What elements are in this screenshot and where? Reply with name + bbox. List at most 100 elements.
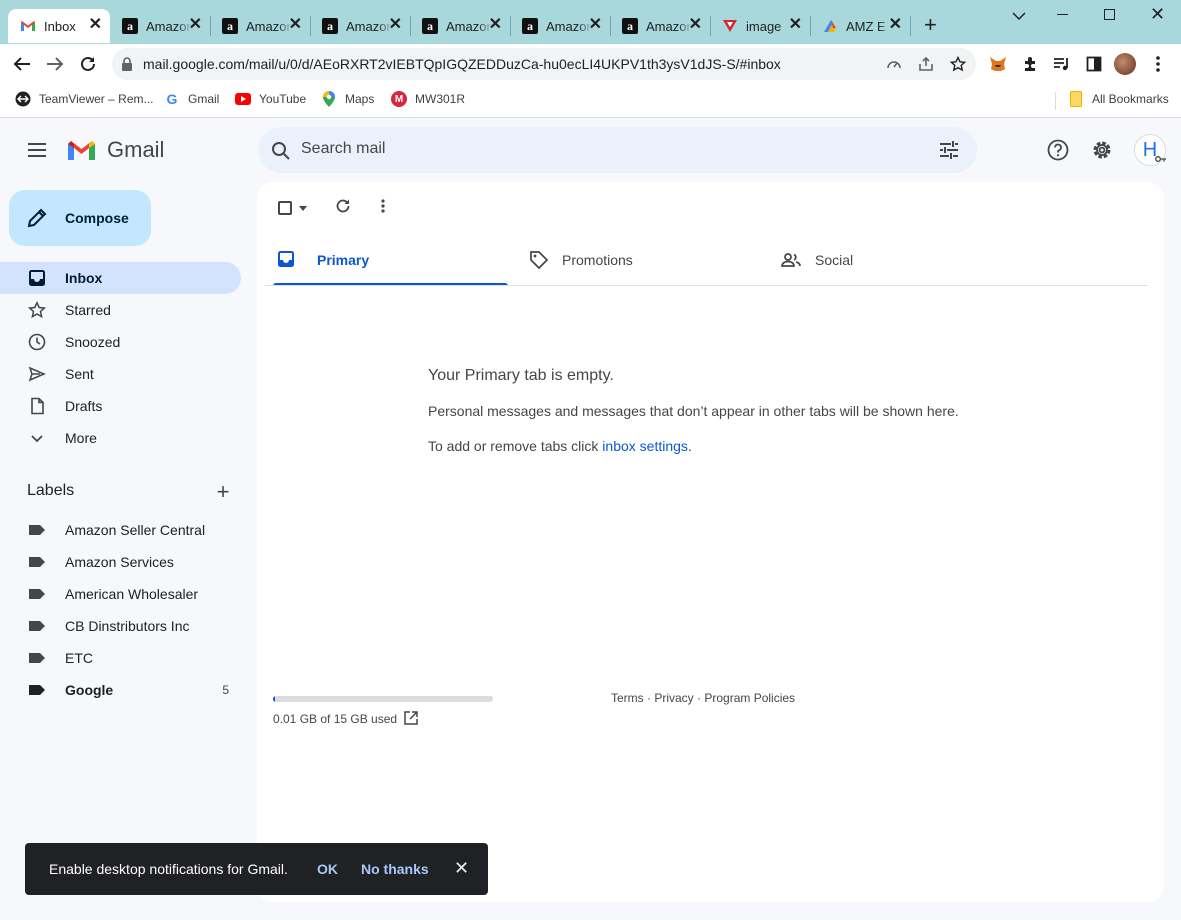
tab-primary[interactable]: Primary (265, 236, 508, 286)
sidebar-item-more[interactable]: More (0, 422, 241, 454)
sidebar-item-sent[interactable]: Sent (0, 358, 241, 390)
empty-state-message: Personal messages and messages that don’… (428, 403, 959, 419)
sidebar-label-item[interactable]: Google 5 (0, 674, 241, 706)
all-bookmarks-button[interactable]: All Bookmarks (1068, 91, 1169, 107)
search-input[interactable]: Search mail (301, 140, 385, 158)
browser-tab-amazon[interactable]: a Amazon ✕ (410, 9, 510, 43)
search-options-icon[interactable] (938, 140, 960, 160)
snackbar-no-thanks-button[interactable]: No thanks (361, 861, 429, 877)
inbox-settings-link[interactable]: inbox settings (602, 438, 688, 454)
share-icon[interactable] (917, 55, 935, 73)
media-control-icon[interactable] (1052, 54, 1072, 74)
sidebar-label-item[interactable]: CB Dinstributors Inc (0, 610, 241, 642)
close-window-icon[interactable]: ✕ (1150, 4, 1165, 25)
profile-avatar[interactable] (1114, 53, 1136, 75)
empty-state-hint: To add or remove tabs click inbox settin… (428, 438, 692, 454)
snackbar-ok-button[interactable]: OK (317, 861, 338, 877)
close-icon[interactable]: ✕ (789, 17, 802, 33)
help-icon[interactable] (1046, 138, 1070, 162)
program-policies-link[interactable]: Program Policies (704, 691, 795, 705)
label-name: Google (65, 682, 114, 698)
tab-title: Amazon (546, 18, 592, 34)
gmail-logo-icon[interactable] (65, 138, 97, 162)
terms-link[interactable]: Terms (611, 691, 644, 705)
bookmark-mw301r[interactable]: M MW301R (391, 91, 465, 107)
lock-icon[interactable] (120, 56, 134, 72)
settings-gear-icon[interactable] (1090, 138, 1114, 162)
clock-icon (28, 333, 46, 351)
metamask-icon[interactable] (988, 54, 1008, 74)
bookmark-maps[interactable]: Maps (321, 91, 374, 107)
reload-icon[interactable] (78, 54, 98, 74)
tab-title: Amazon (346, 18, 392, 34)
sidebar-item-starred[interactable]: Starred (0, 294, 241, 326)
sidebar-item-snoozed[interactable]: Snoozed (0, 326, 241, 358)
browser-tab-amz[interactable]: AMZ E ✕ (810, 9, 910, 43)
browser-tab-image[interactable]: image ✕ (710, 9, 810, 43)
minimize-icon[interactable] (1057, 14, 1068, 15)
sidebar-item-label: Drafts (65, 398, 103, 414)
sidebar-label-item[interactable]: ETC (0, 642, 241, 674)
new-tab-button[interactable]: + (924, 14, 937, 36)
google-icon: G (166, 91, 178, 107)
browser-tab-amazon[interactable]: a Amazon ✕ (210, 9, 310, 43)
browser-tab-amazon[interactable]: a Amazon ✕ (510, 9, 610, 43)
sidebar-item-inbox[interactable]: Inbox (0, 262, 241, 294)
close-icon[interactable]: ✕ (389, 17, 402, 33)
close-icon[interactable]: ✕ (289, 17, 302, 33)
browser-tab-amazon[interactable]: a Amazon ✕ (610, 9, 710, 43)
bookmark-teamviewer[interactable]: TeamViewer – Rem... (15, 91, 154, 107)
bookmark-youtube[interactable]: YouTube (235, 91, 306, 107)
mw-icon: M (391, 91, 407, 107)
address-bar[interactable]: mail.google.com/mail/u/0/d/AEoRXRT2vIEBT… (112, 48, 976, 80)
tab-title: Inbox (44, 18, 76, 34)
extensions-icon[interactable] (1020, 54, 1040, 74)
amazon-icon: a (122, 18, 138, 34)
browser-toolbar: mail.google.com/mail/u/0/d/AEoRXRT2vIEBT… (0, 44, 1181, 84)
multicolor-icon (822, 18, 838, 34)
search-icon[interactable] (270, 140, 292, 162)
maximize-icon[interactable] (1104, 9, 1115, 20)
youtube-icon (235, 91, 251, 107)
tab-social[interactable]: Social (769, 236, 1012, 286)
sidebar-item-drafts[interactable]: Drafts (0, 390, 241, 422)
sidebar-label-item[interactable]: Amazon Seller Central (0, 514, 241, 546)
main-menu-icon[interactable] (25, 140, 49, 160)
close-icon[interactable]: ✕ (189, 17, 202, 33)
key-icon (1154, 154, 1168, 164)
sidebar-label-item[interactable]: Amazon Services (0, 546, 241, 578)
close-icon[interactable]: ✕ (489, 17, 502, 33)
forward-icon[interactable] (45, 54, 65, 74)
close-icon[interactable]: ✕ (454, 858, 469, 879)
side-panel-icon[interactable] (1084, 54, 1104, 74)
open-in-new-icon[interactable] (403, 710, 419, 726)
browser-tab-amazon[interactable]: a Amazon ✕ (310, 9, 410, 43)
search-bar[interactable]: Search mail (258, 127, 977, 173)
back-icon[interactable] (12, 54, 32, 74)
tab-search-icon[interactable] (1012, 8, 1026, 25)
label-name: CB Dinstributors Inc (65, 618, 190, 634)
label-name: Amazon Seller Central (65, 522, 206, 538)
browser-tab-inbox[interactable]: Inbox ✕ (8, 9, 110, 43)
more-vert-icon[interactable] (1150, 54, 1166, 74)
more-actions-icon[interactable] (373, 196, 393, 216)
close-icon[interactable]: ✕ (889, 17, 902, 33)
bookmark-gmail[interactable]: G Gmail (164, 91, 220, 107)
sidebar-label-item[interactable]: American Wholesaler (0, 578, 241, 610)
bookmark-star-icon[interactable] (949, 55, 967, 73)
select-checkbox[interactable] (275, 198, 295, 218)
message-list-panel: Primary Promotions Social Your Primary t… (257, 182, 1164, 902)
bookmark-label: MW301R (415, 92, 466, 106)
close-icon[interactable]: ✕ (689, 17, 702, 33)
refresh-icon[interactable] (333, 196, 353, 216)
close-icon[interactable]: ✕ (589, 17, 602, 33)
compose-button[interactable]: Compose (9, 190, 151, 246)
privacy-link[interactable]: Privacy (654, 691, 693, 705)
performance-icon[interactable] (885, 55, 903, 73)
tab-promotions[interactable]: Promotions (517, 236, 760, 286)
tab-label: Primary (317, 252, 370, 268)
add-label-icon[interactable]: + (213, 479, 233, 504)
close-icon[interactable]: ✕ (89, 17, 102, 33)
browser-tab-amazon[interactable]: a Amazon ✕ (110, 9, 210, 43)
select-dropdown-icon[interactable] (297, 202, 309, 214)
